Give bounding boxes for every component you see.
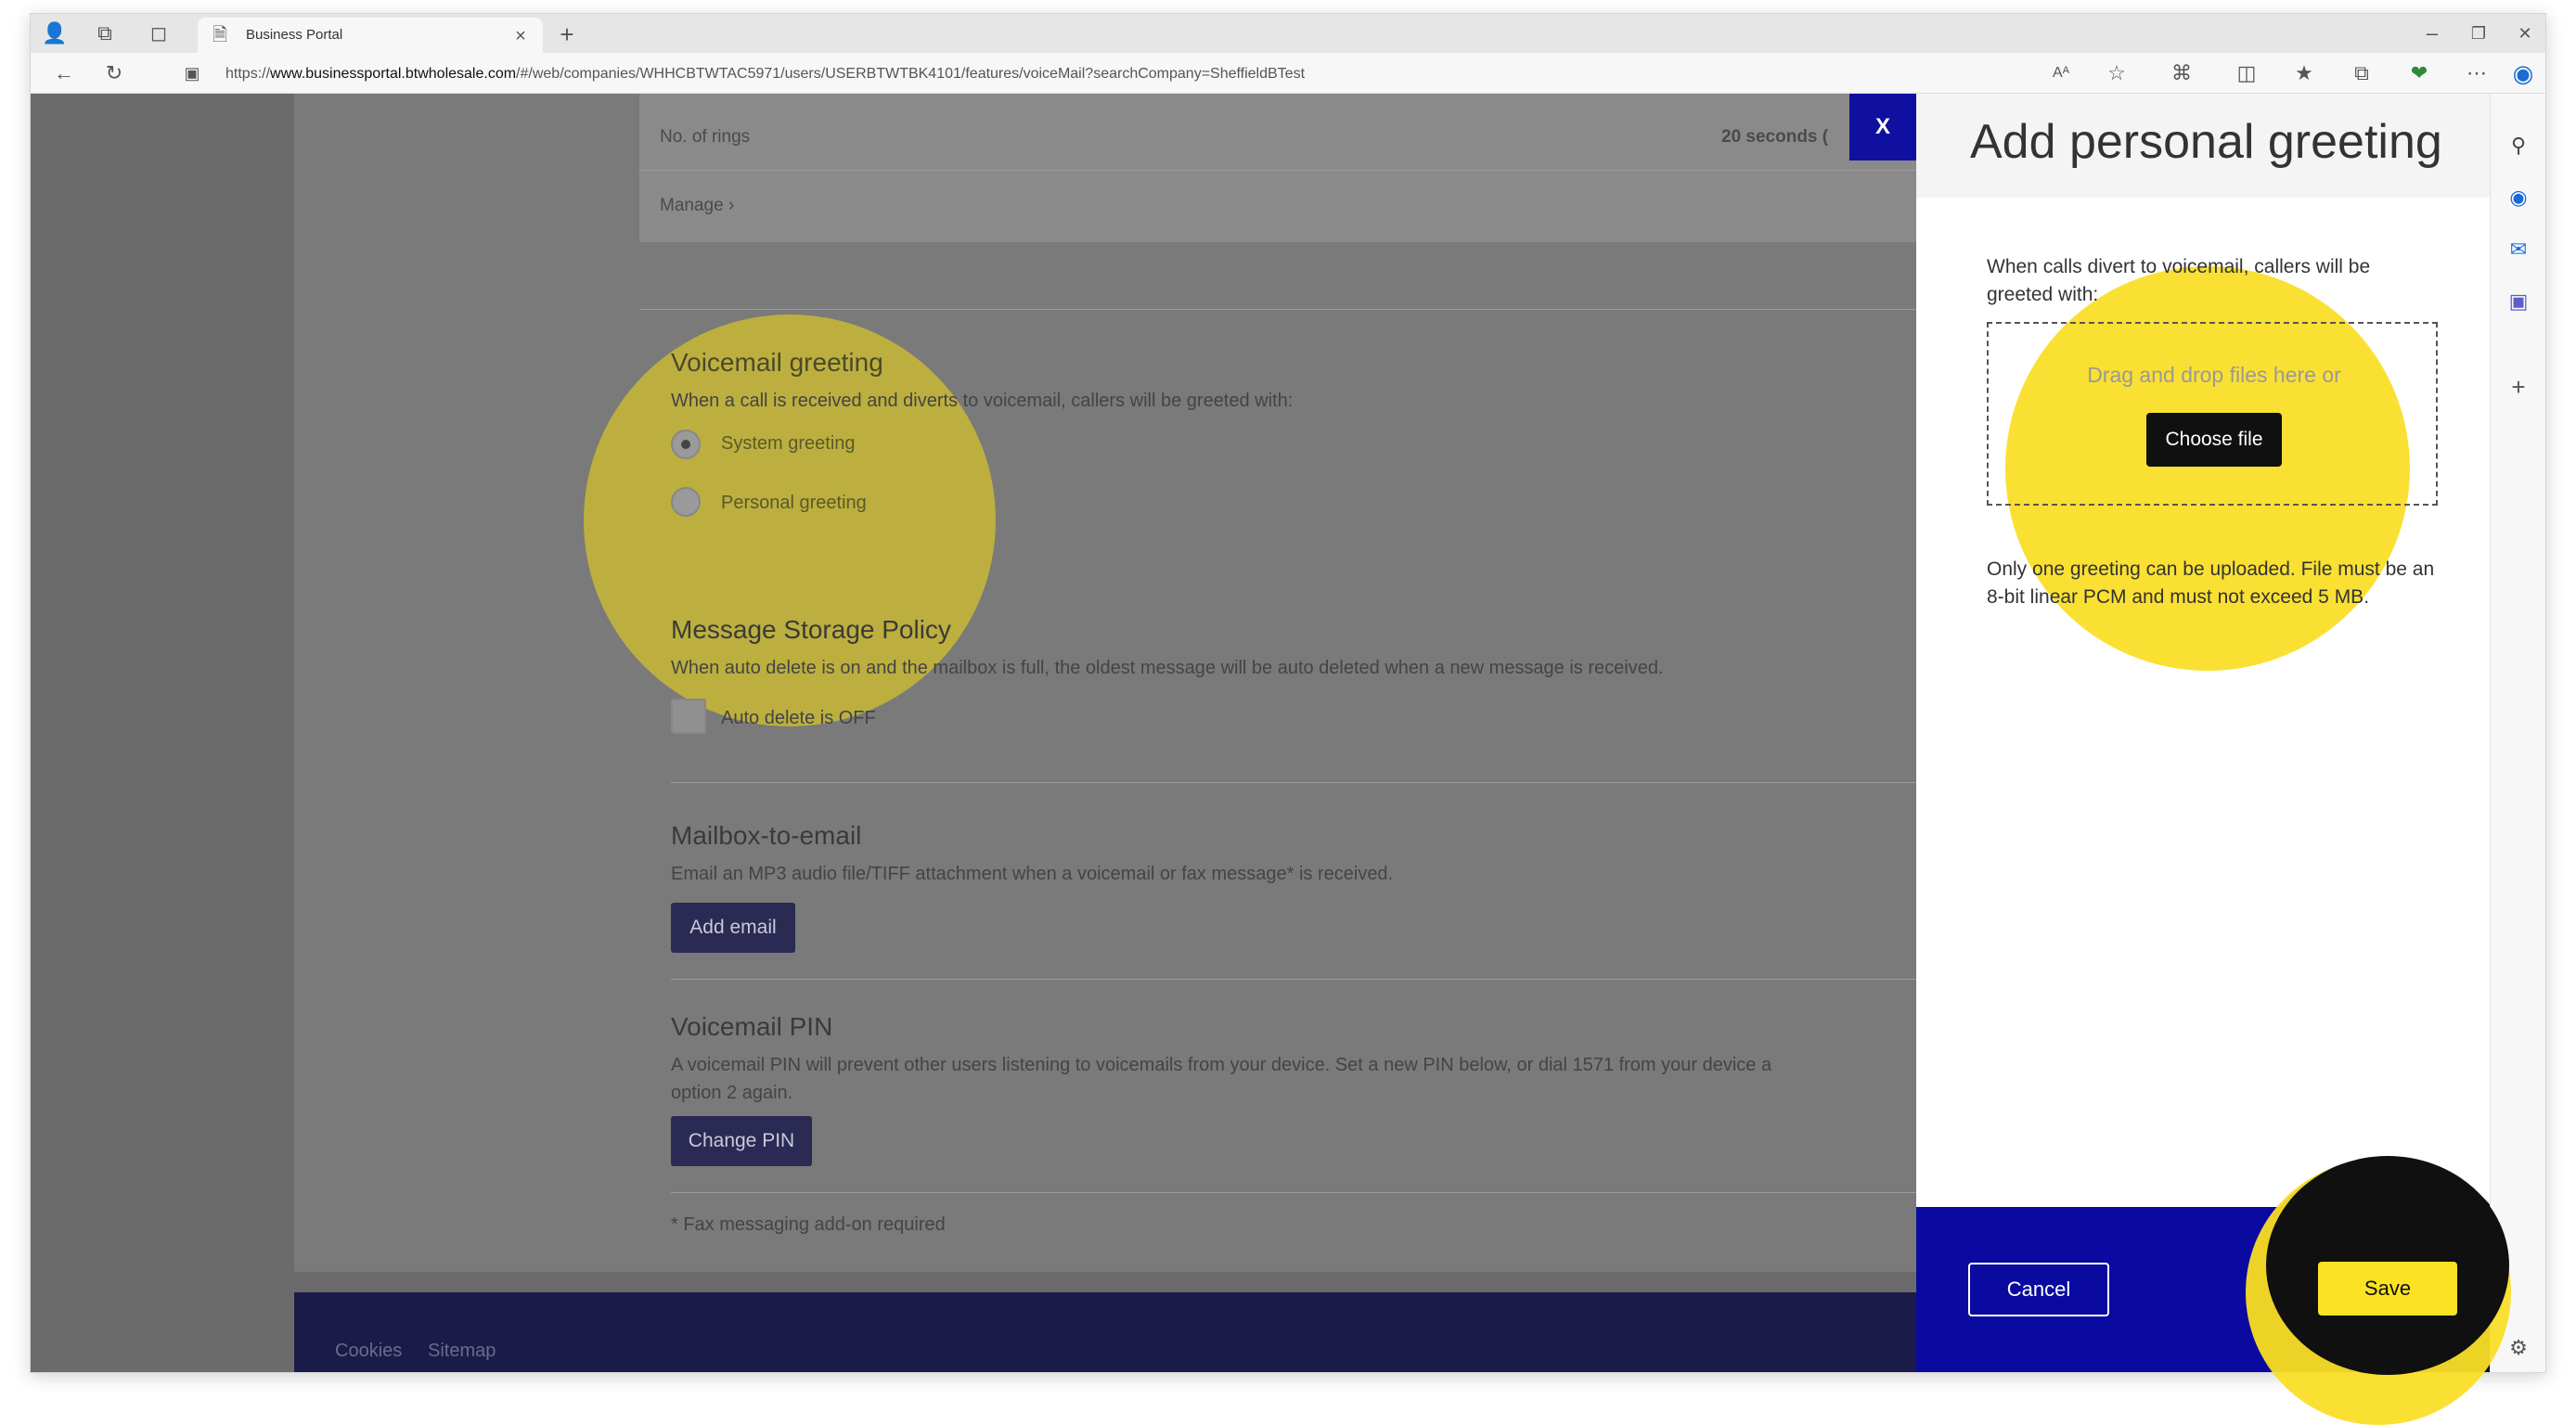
copilot-icon[interactable]: ◉ bbox=[2506, 58, 2540, 88]
personal-greeting-label: Personal greeting bbox=[721, 493, 867, 513]
panel-title: Add personal greeting bbox=[1970, 115, 2442, 169]
system-greeting-label: System greeting bbox=[721, 433, 856, 454]
settings-icon[interactable]: ⚙ bbox=[2504, 1333, 2533, 1363]
content-column: No. of rings 20 seconds ( Manage › Voice… bbox=[294, 94, 1950, 1272]
choose-file-button[interactable]: Choose file bbox=[2146, 413, 2282, 467]
tab-strip: 👤 ⧉ ◻ 🗎 Business Portal × + – ❐ ✕ bbox=[31, 14, 2545, 53]
add-email-button[interactable]: Add email bbox=[671, 903, 795, 953]
storage-policy-heading: Message Storage Policy bbox=[671, 615, 951, 644]
divider bbox=[639, 309, 1950, 310]
restore-icon[interactable]: ❐ bbox=[2462, 19, 2495, 48]
radio-system-greeting[interactable] bbox=[671, 430, 701, 459]
divider bbox=[671, 979, 1950, 980]
search-icon[interactable]: ⚲ bbox=[2504, 131, 2533, 160]
save-button-overlay[interactable]: Save bbox=[2318, 1262, 2457, 1316]
divider bbox=[639, 170, 1948, 171]
page-overlay: No. of rings 20 seconds ( Manage › Voice… bbox=[31, 94, 2490, 1372]
mailbox-to-email-description: Email an MP3 audio file/TIFF attachment … bbox=[671, 864, 1394, 884]
voicemail-greeting-heading: Voicemail greeting bbox=[671, 348, 883, 377]
close-window-icon[interactable]: ✕ bbox=[2508, 19, 2542, 48]
mailbox-to-email-heading: Mailbox-to-email bbox=[671, 821, 862, 850]
url-text[interactable]: https://www.businessportal.btwholesale.c… bbox=[225, 66, 1305, 83]
voicemail-pin-description: A voicemail PIN will prevent other users… bbox=[671, 1055, 1772, 1075]
panel-header: Add personal greeting bbox=[1916, 94, 2490, 198]
tab-title: Business Portal bbox=[246, 27, 343, 43]
panel-note: Only one greeting can be uploaded. File … bbox=[1987, 558, 2435, 608]
save-highlight-mask: Save bbox=[2266, 1156, 2509, 1375]
profile-icon[interactable]: 👤 bbox=[38, 19, 71, 48]
url-prefix: https:// bbox=[225, 66, 271, 82]
voicemail-greeting-description: When a call is received and diverts to v… bbox=[671, 391, 1294, 411]
change-pin-button[interactable]: Change PIN bbox=[671, 1116, 812, 1166]
collections-icon[interactable]: ⧉ bbox=[2345, 58, 2378, 88]
outlook-icon[interactable]: ✉ bbox=[2504, 235, 2533, 264]
page-icon: 🗎 bbox=[212, 25, 228, 45]
add-icon[interactable]: + bbox=[2504, 372, 2533, 402]
more-icon[interactable]: ⋯ bbox=[2460, 58, 2493, 88]
divider bbox=[671, 1192, 1950, 1193]
manage-link[interactable]: Manage › bbox=[660, 196, 734, 216]
close-panel-button[interactable]: X bbox=[1849, 94, 1916, 160]
voicemail-pin-description-2: option 2 again. bbox=[671, 1083, 793, 1103]
file-dropzone[interactable]: Drag and drop files here or Choose file bbox=[1987, 322, 2438, 506]
minimize-icon[interactable]: – bbox=[2415, 19, 2449, 48]
voicemail-pin-heading: Voicemail PIN bbox=[671, 1012, 833, 1041]
cancel-button[interactable]: Cancel bbox=[1968, 1263, 2109, 1316]
url-path: /#/web/companies/WHHCBTWTAC5971/users/US… bbox=[516, 66, 1306, 82]
url-host: www.businessportal.btwholesale.com bbox=[270, 66, 517, 82]
radio-personal-greeting[interactable] bbox=[671, 487, 701, 517]
favorites-icon[interactable]: ★ bbox=[2287, 58, 2321, 88]
browser-essentials-icon[interactable]: ❤ bbox=[2402, 58, 2436, 88]
browser-window: 👤 ⧉ ◻ 🗎 Business Portal × + – ❐ ✕ ← ↻ ▣ … bbox=[30, 13, 2546, 1373]
teams-icon[interactable]: ▣ bbox=[2504, 287, 2533, 316]
radio-selected-dot bbox=[681, 440, 690, 449]
auto-delete-checkbox[interactable] bbox=[671, 699, 706, 734]
panel-intro: When calls divert to voicemail, callers … bbox=[1987, 256, 2371, 305]
footer-link-sitemap[interactable]: Sitemap bbox=[428, 1341, 496, 1362]
auto-delete-label: Auto delete is OFF bbox=[721, 708, 876, 728]
footer-link-cookies[interactable]: Cookies bbox=[335, 1341, 402, 1362]
divider bbox=[671, 782, 1950, 783]
shopping-icon[interactable]: ◉ bbox=[2504, 183, 2533, 212]
page-footer: Cookies Sitemap bbox=[294, 1292, 1950, 1372]
drop-text: Drag and drop files here or bbox=[2087, 363, 2341, 387]
tab-actions-icon[interactable]: ◻ bbox=[142, 19, 175, 48]
rings-label: No. of rings bbox=[660, 127, 751, 147]
footnote: * Fax messaging add-on required bbox=[671, 1214, 946, 1235]
rings-value: 20 seconds ( bbox=[1721, 127, 1829, 147]
back-icon[interactable]: ← bbox=[47, 58, 81, 88]
refresh-icon[interactable]: ↻ bbox=[97, 58, 131, 88]
close-tab-icon[interactable]: × bbox=[504, 21, 537, 51]
storage-policy-description: When auto delete is on and the mailbox i… bbox=[671, 658, 1664, 678]
rings-card: No. of rings 20 seconds ( Manage › bbox=[639, 94, 1948, 242]
workspaces-icon[interactable]: ⧉ bbox=[88, 19, 122, 48]
new-tab-icon[interactable]: + bbox=[550, 19, 584, 49]
